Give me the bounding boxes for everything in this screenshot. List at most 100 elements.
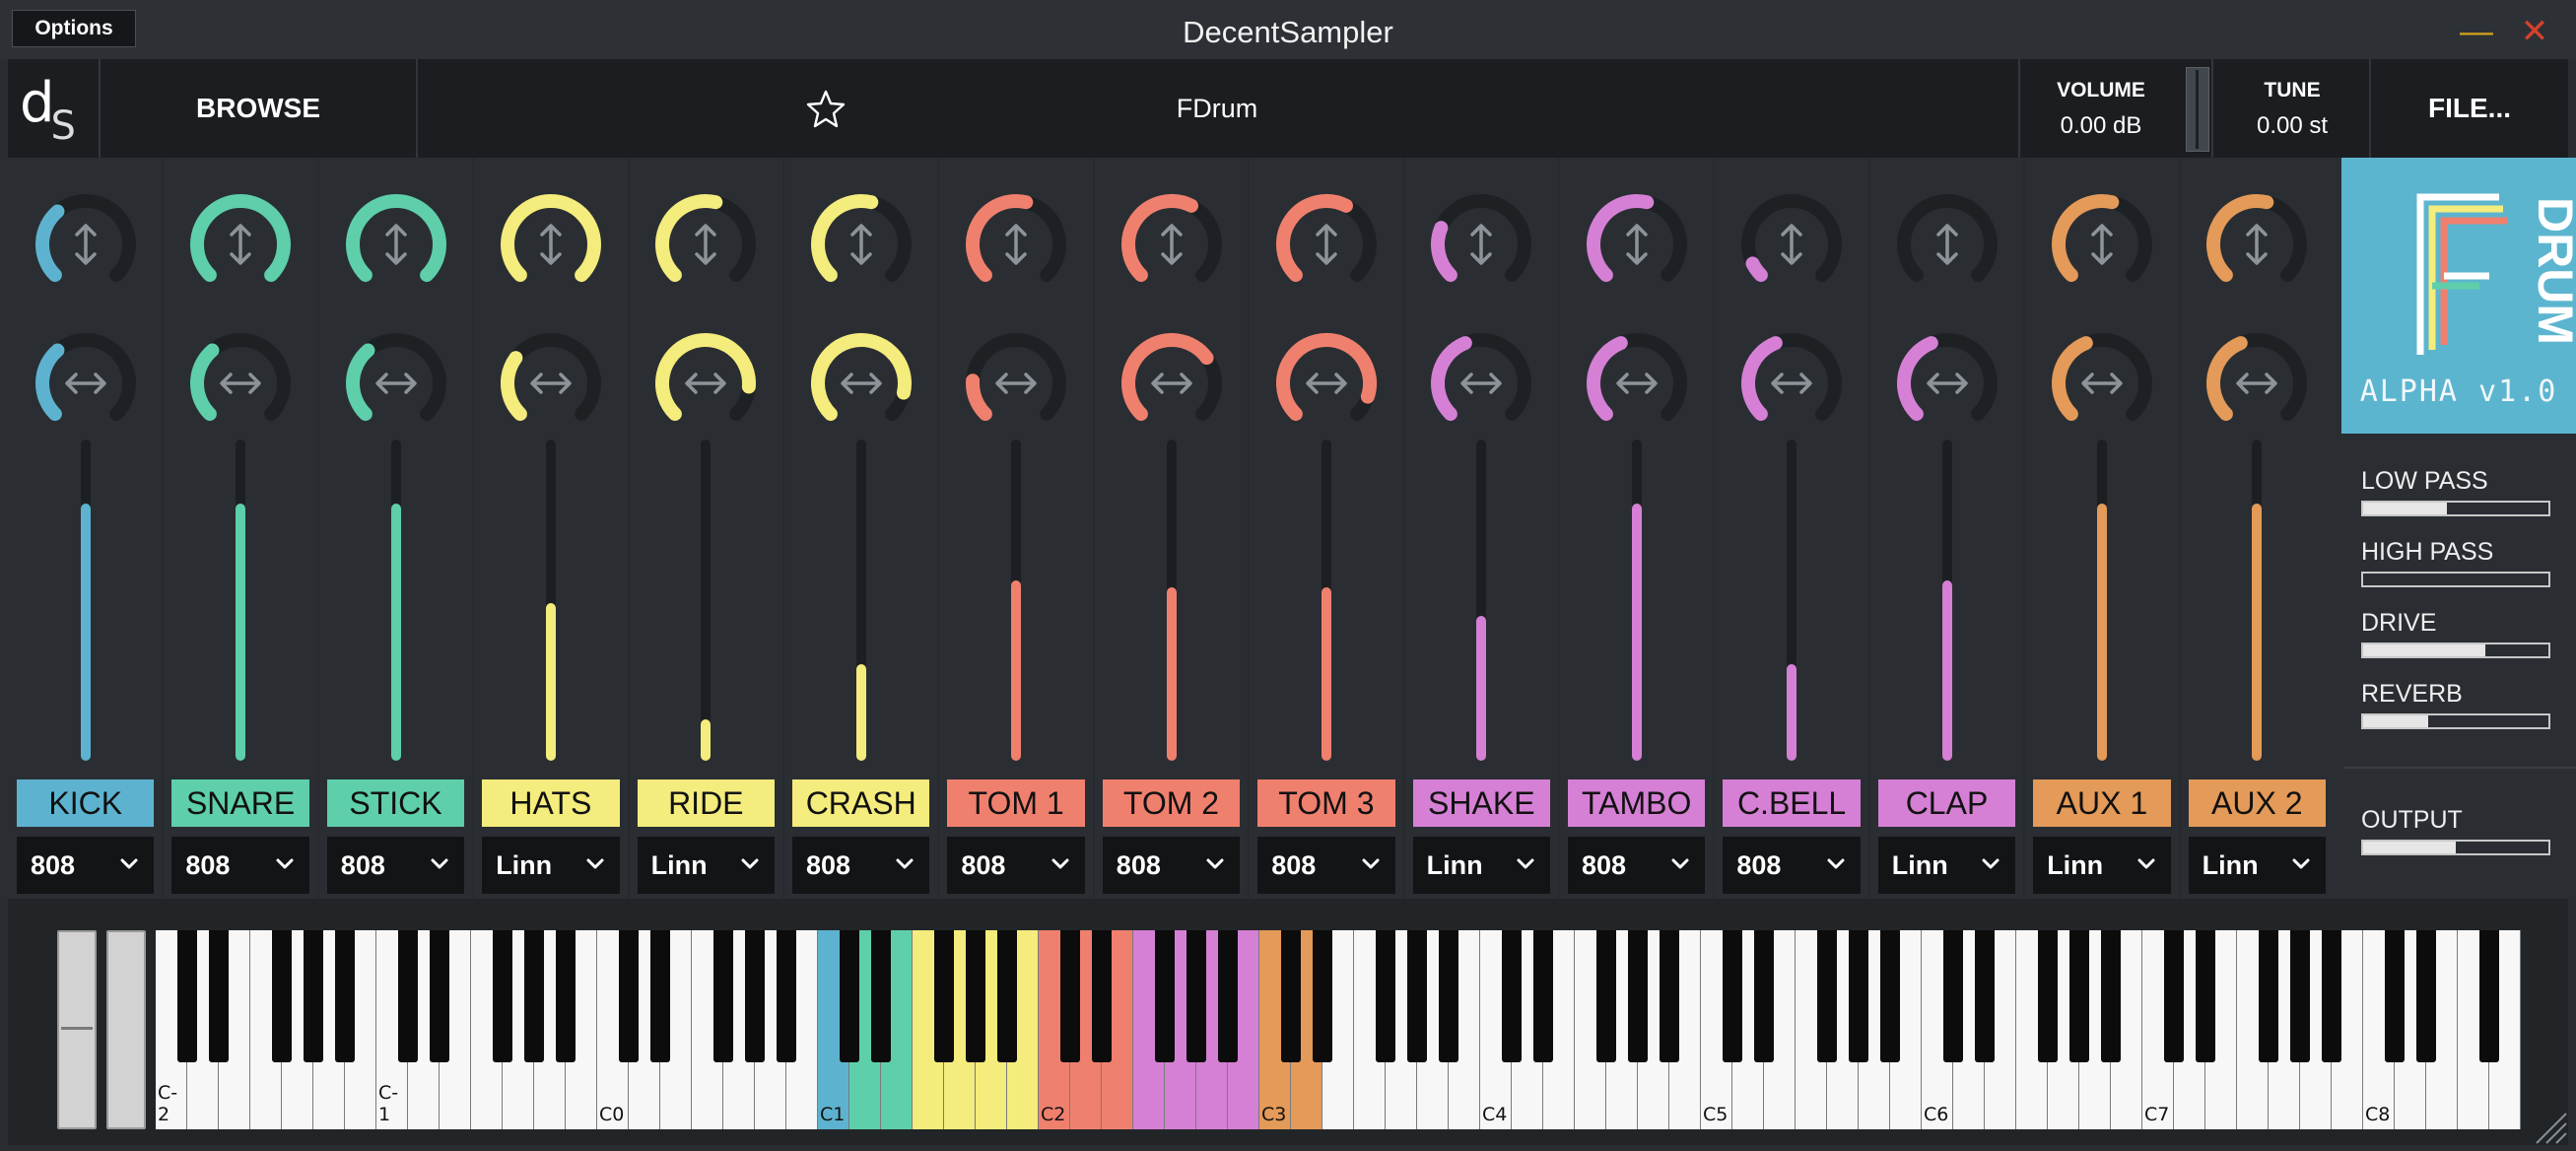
- pan-knob[interactable]: [27, 324, 145, 442]
- kit-select[interactable]: 808: [171, 837, 309, 894]
- level-fader[interactable]: [855, 440, 866, 761]
- pan-knob[interactable]: [1888, 324, 2006, 442]
- black-key[interactable]: [1596, 930, 1616, 1062]
- volume-value[interactable]: 0.00 dB: [2022, 112, 2180, 140]
- black-key[interactable]: [1092, 930, 1112, 1062]
- effect-slider[interactable]: [2361, 572, 2550, 587]
- pitch-wheel[interactable]: [57, 930, 97, 1129]
- black-key[interactable]: [745, 930, 765, 1062]
- pan-knob[interactable]: [1113, 324, 1231, 442]
- black-key[interactable]: [1817, 930, 1837, 1062]
- black-key[interactable]: [1880, 930, 1900, 1062]
- black-key[interactable]: [966, 930, 985, 1062]
- black-key[interactable]: [2259, 930, 2278, 1062]
- tune-control[interactable]: TUNE 0.00 st: [2215, 59, 2369, 158]
- level-fader[interactable]: [1787, 440, 1797, 761]
- tune-knob[interactable]: [181, 185, 300, 304]
- kit-select[interactable]: Linn: [1877, 837, 2016, 894]
- pan-knob[interactable]: [2043, 324, 2161, 442]
- tune-knob[interactable]: [646, 185, 765, 304]
- pan-knob[interactable]: [1422, 324, 1540, 442]
- tune-knob[interactable]: [2043, 185, 2161, 304]
- black-key[interactable]: [272, 930, 292, 1062]
- black-key[interactable]: [934, 930, 954, 1062]
- resize-grip-icon[interactable]: [2533, 1110, 2568, 1145]
- black-key[interactable]: [556, 930, 576, 1062]
- level-fader[interactable]: [1011, 440, 1022, 761]
- star-icon[interactable]: [802, 85, 849, 132]
- black-key[interactable]: [430, 930, 449, 1062]
- black-key[interactable]: [2069, 930, 2089, 1062]
- kit-select[interactable]: 808: [17, 837, 155, 894]
- level-fader[interactable]: [1166, 440, 1177, 761]
- black-key[interactable]: [493, 930, 512, 1062]
- black-key[interactable]: [1628, 930, 1648, 1062]
- black-key[interactable]: [398, 930, 418, 1062]
- tune-knob[interactable]: [1732, 185, 1851, 304]
- black-key[interactable]: [1313, 930, 1332, 1062]
- kit-select[interactable]: 808: [1568, 837, 1706, 894]
- black-key[interactable]: [650, 930, 670, 1062]
- level-fader[interactable]: [2096, 440, 2107, 761]
- black-key[interactable]: [2038, 930, 2058, 1062]
- kit-select[interactable]: 808: [1723, 837, 1861, 894]
- effect-slider[interactable]: [2361, 501, 2550, 516]
- black-key[interactable]: [2101, 930, 2121, 1062]
- kit-select[interactable]: 808: [792, 837, 930, 894]
- kit-select[interactable]: Linn: [482, 837, 620, 894]
- browse-button[interactable]: BROWSE: [102, 59, 414, 158]
- options-button[interactable]: Options: [12, 10, 136, 47]
- effect-slider[interactable]: [2361, 840, 2550, 855]
- kit-select[interactable]: Linn: [2188, 837, 2326, 894]
- kit-select[interactable]: 808: [326, 837, 465, 894]
- black-key[interactable]: [1281, 930, 1301, 1062]
- pan-knob[interactable]: [1267, 324, 1386, 442]
- tune-knob[interactable]: [1113, 185, 1231, 304]
- black-key[interactable]: [177, 930, 197, 1062]
- black-key[interactable]: [1975, 930, 1995, 1062]
- tune-knob[interactable]: [337, 185, 455, 304]
- close-button[interactable]: ✕: [2515, 12, 2554, 51]
- kit-select[interactable]: Linn: [2033, 837, 2171, 894]
- pan-knob[interactable]: [181, 324, 300, 442]
- black-key[interactable]: [524, 930, 544, 1062]
- tune-knob[interactable]: [1888, 185, 2006, 304]
- black-key[interactable]: [1218, 930, 1238, 1062]
- level-fader[interactable]: [701, 440, 712, 761]
- black-key[interactable]: [1407, 930, 1427, 1062]
- tune-knob[interactable]: [492, 185, 610, 304]
- decentsampler-logo[interactable]: dS: [20, 71, 99, 149]
- black-key[interactable]: [871, 930, 891, 1062]
- level-fader[interactable]: [390, 440, 401, 761]
- level-fader[interactable]: [236, 440, 246, 761]
- pan-knob[interactable]: [646, 324, 765, 442]
- black-key[interactable]: [1754, 930, 1774, 1062]
- level-fader[interactable]: [545, 440, 556, 761]
- black-key[interactable]: [1060, 930, 1080, 1062]
- black-key[interactable]: [2322, 930, 2341, 1062]
- black-key[interactable]: [1155, 930, 1175, 1062]
- level-fader[interactable]: [1476, 440, 1487, 761]
- black-key[interactable]: [619, 930, 639, 1062]
- black-key[interactable]: [2164, 930, 2184, 1062]
- effect-slider[interactable]: [2361, 643, 2550, 658]
- piano-keyboard[interactable]: C-2 C-1 C0 C1 C2 C3 C4 C5 C6 C7 C8: [156, 930, 2521, 1129]
- kit-select[interactable]: Linn: [1412, 837, 1550, 894]
- black-key[interactable]: [304, 930, 323, 1062]
- black-key[interactable]: [2196, 930, 2215, 1062]
- level-fader[interactable]: [80, 440, 91, 761]
- black-key[interactable]: [1439, 930, 1458, 1062]
- tune-knob[interactable]: [1267, 185, 1386, 304]
- black-key[interactable]: [2416, 930, 2436, 1062]
- kit-select[interactable]: 808: [1102, 837, 1241, 894]
- level-fader[interactable]: [1941, 440, 1952, 761]
- volume-control[interactable]: VOLUME 0.00 dB: [2022, 59, 2180, 158]
- tune-knob[interactable]: [1578, 185, 1696, 304]
- tune-knob[interactable]: [957, 185, 1075, 304]
- black-key[interactable]: [1186, 930, 1206, 1062]
- black-key[interactable]: [209, 930, 229, 1062]
- minimize-button[interactable]: —: [2460, 12, 2493, 51]
- tune-knob[interactable]: [27, 185, 145, 304]
- black-key[interactable]: [1533, 930, 1553, 1062]
- black-key[interactable]: [335, 930, 355, 1062]
